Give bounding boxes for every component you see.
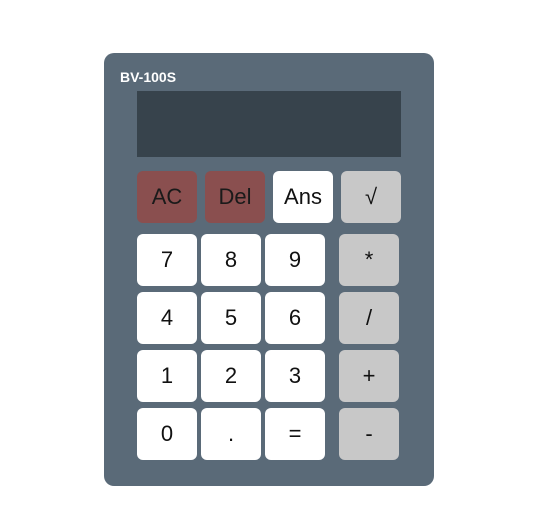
- digit-8-button[interactable]: 8: [201, 234, 261, 286]
- digit-0-button[interactable]: 0: [137, 408, 197, 460]
- digit-3-button[interactable]: 3: [265, 350, 325, 402]
- minus-button[interactable]: -: [339, 408, 399, 460]
- digit-2-button[interactable]: 2: [201, 350, 261, 402]
- decimal-point-button[interactable]: .: [201, 408, 261, 460]
- plus-button[interactable]: +: [339, 350, 399, 402]
- square-root-button[interactable]: √: [341, 171, 401, 223]
- divide-button[interactable]: /: [339, 292, 399, 344]
- digit-7-button[interactable]: 7: [137, 234, 197, 286]
- equals-button[interactable]: =: [265, 408, 325, 460]
- model-label: BV-100S: [120, 69, 177, 85]
- multiply-button[interactable]: *: [339, 234, 399, 286]
- digit-6-button[interactable]: 6: [265, 292, 325, 344]
- delete-button[interactable]: Del: [205, 171, 265, 223]
- digit-1-button[interactable]: 1: [137, 350, 197, 402]
- digit-4-button[interactable]: 4: [137, 292, 197, 344]
- all-clear-button[interactable]: AC: [137, 171, 197, 223]
- answer-button[interactable]: Ans: [273, 171, 333, 223]
- digit-5-button[interactable]: 5: [201, 292, 261, 344]
- digit-9-button[interactable]: 9: [265, 234, 325, 286]
- calculator-body: BV-100S AC Del Ans √ 7 8 9 * 4 5 6 / 1 2…: [104, 53, 434, 486]
- calculator-display: [137, 91, 401, 157]
